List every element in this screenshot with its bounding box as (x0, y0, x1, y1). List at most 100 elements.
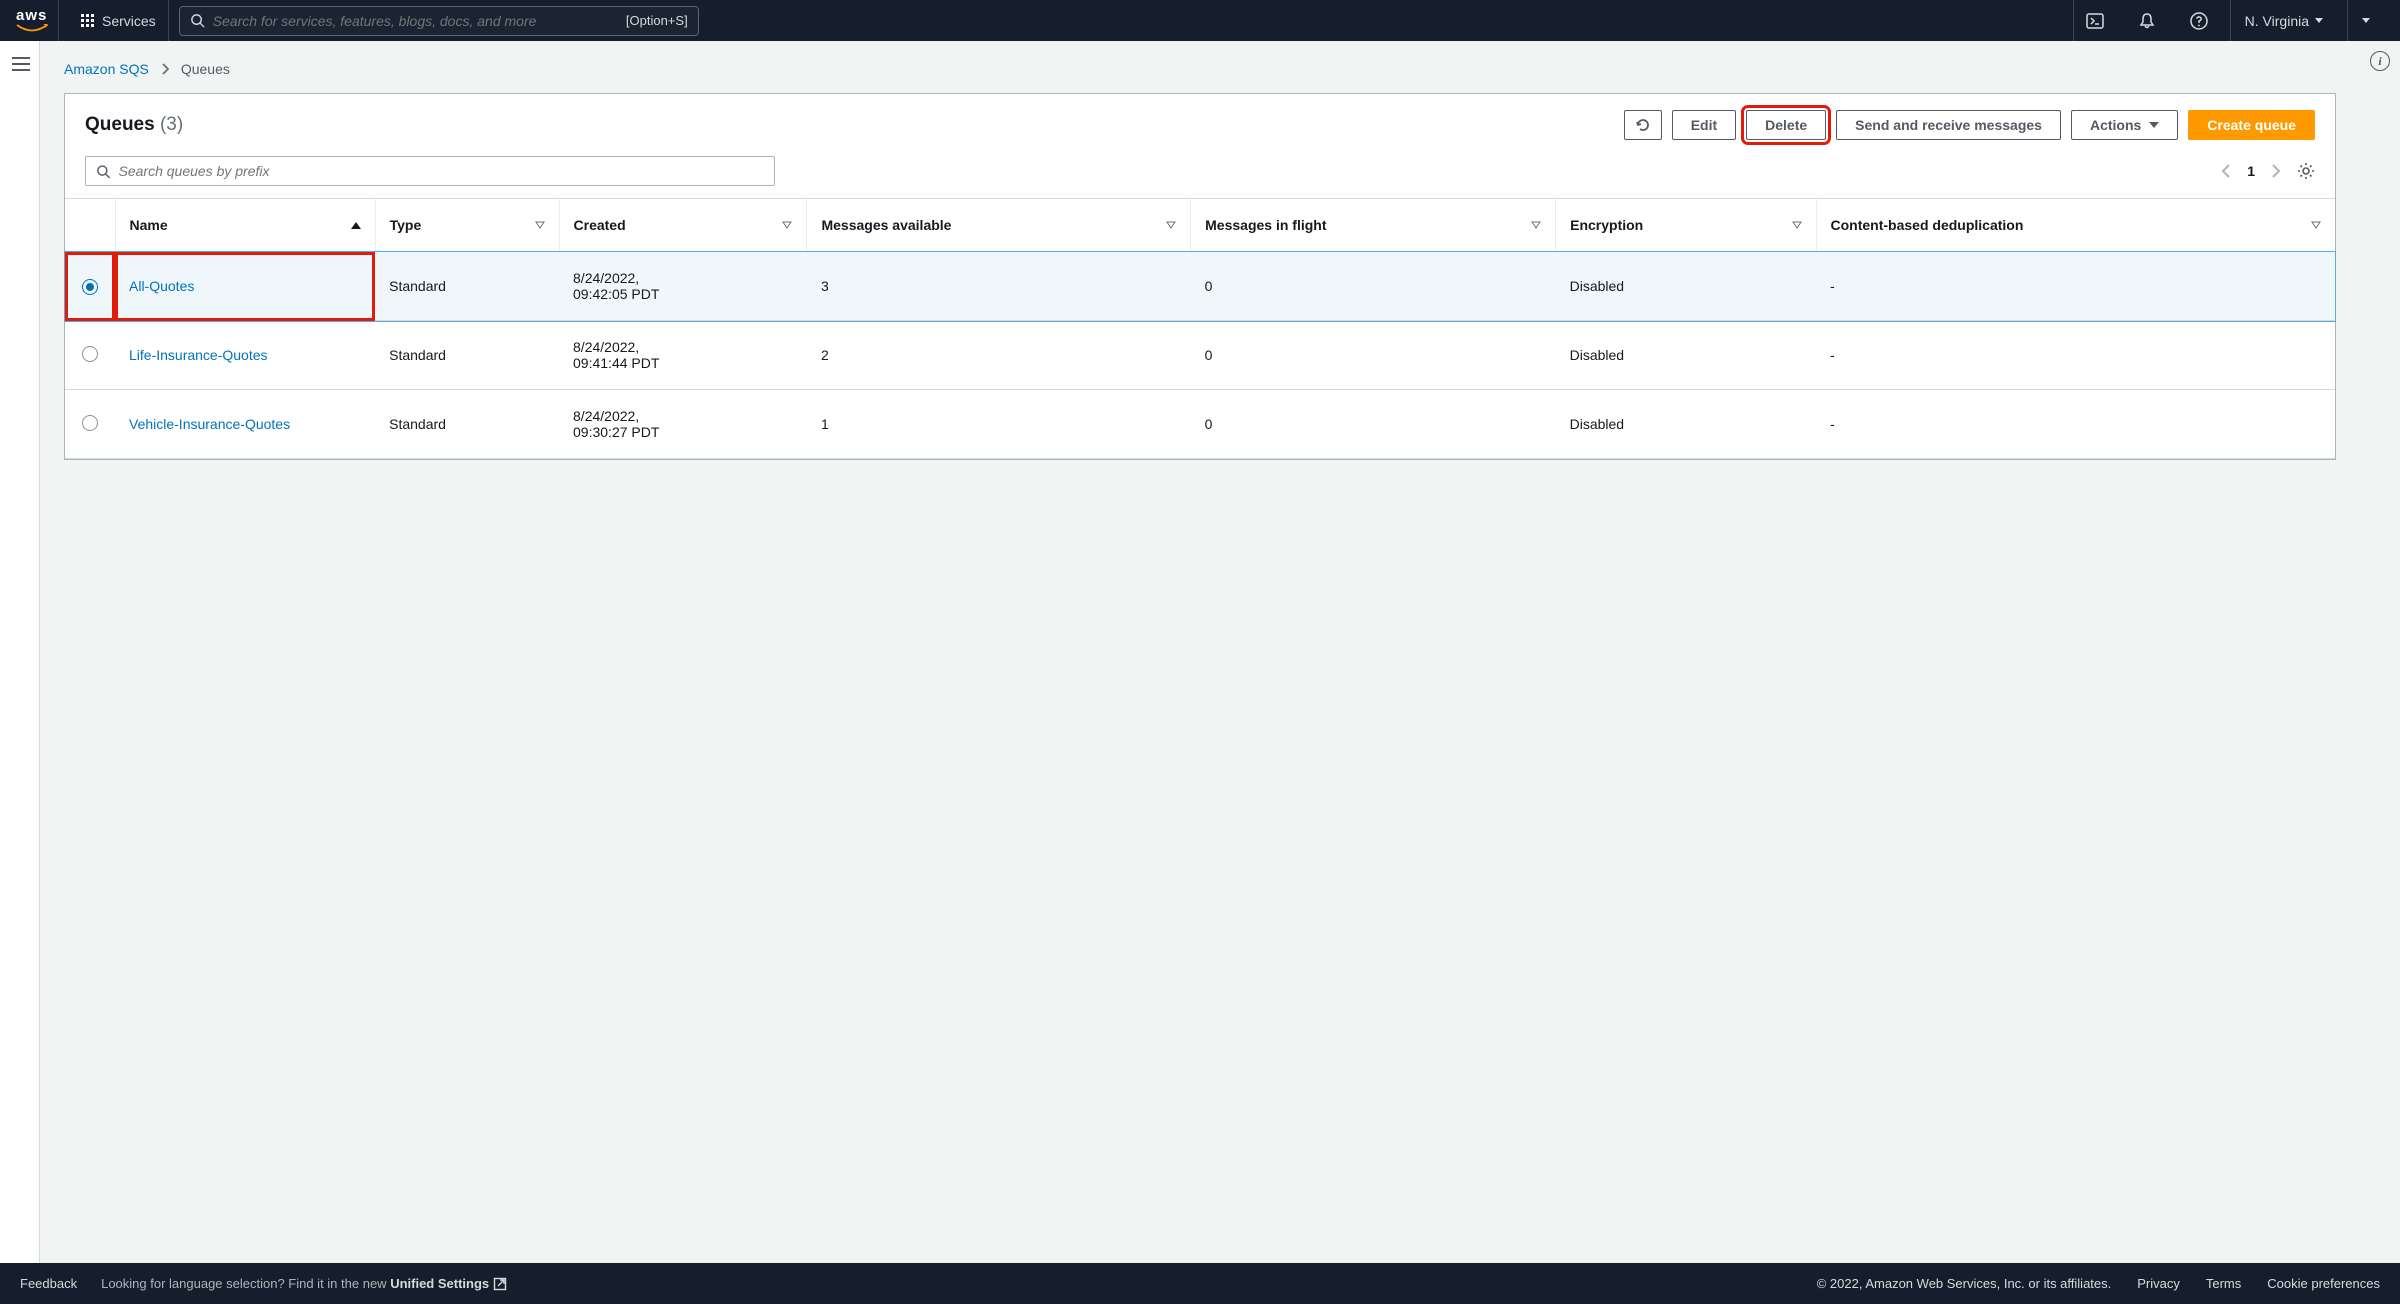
filter-input[interactable] (119, 163, 765, 179)
cell-available: 1 (807, 390, 1191, 459)
info-rail: i (2360, 41, 2400, 1263)
edit-button[interactable]: Edit (1672, 110, 1736, 140)
cell-dedup: - (1816, 390, 2335, 459)
cell-inflight: 0 (1191, 321, 1556, 390)
sort-icon (535, 221, 545, 229)
external-link-icon (493, 1277, 507, 1291)
table-row: Vehicle-Insurance-QuotesStandard8/24/202… (65, 390, 2335, 459)
col-inflight[interactable]: Messages in flight (1191, 199, 1556, 252)
unified-settings-link[interactable]: Unified Settings (390, 1276, 507, 1291)
queue-link[interactable]: Life-Insurance-Quotes (129, 347, 268, 363)
info-panel-toggle[interactable]: i (2370, 51, 2390, 71)
cookies-link[interactable]: Cookie preferences (2267, 1276, 2380, 1291)
sort-asc-icon (351, 222, 361, 229)
queue-link[interactable]: All-Quotes (129, 278, 194, 294)
cell-created: 8/24/2022, 09:42:05 PDT (559, 252, 807, 321)
row-radio[interactable] (82, 346, 98, 362)
terms-link[interactable]: Terms (2206, 1276, 2241, 1291)
breadcrumb: Amazon SQS Queues (64, 61, 2336, 77)
row-radio[interactable] (82, 279, 98, 295)
top-nav: aws Services [Option+S] N. Virginia (0, 0, 2400, 41)
col-type[interactable]: Type (375, 199, 559, 252)
cell-inflight: 0 (1191, 390, 1556, 459)
panel-title-text: Queues (85, 114, 155, 135)
cell-dedup: - (1816, 321, 2335, 390)
account-menu[interactable] (2347, 0, 2384, 41)
search-shortcut: [Option+S] (626, 13, 688, 28)
table-row: Life-Insurance-Quotes Standard8/24/2022, … (65, 321, 2335, 390)
cell-encryption: Disabled (1556, 390, 1816, 459)
caret-down-icon (2149, 122, 2159, 128)
footer: Feedback Looking for language selection?… (0, 1263, 2400, 1304)
col-select (65, 199, 115, 252)
search-icon (190, 13, 205, 28)
cell-available: 2 (807, 321, 1191, 390)
caret-down-icon (2362, 18, 2370, 23)
cell-created: 8/24/2022, 09:30:27 PDT (559, 390, 807, 459)
cell-type: Standard (375, 321, 559, 390)
panel-title: Queues (3) (85, 114, 183, 136)
pagination: 1 (2221, 162, 2315, 180)
table-settings-button[interactable] (2297, 162, 2315, 180)
send-receive-button[interactable]: Send and receive messages (1836, 110, 2061, 140)
services-label: Services (102, 13, 156, 29)
services-menu[interactable]: Services (69, 0, 169, 41)
page-next[interactable] (2271, 163, 2281, 179)
help-button[interactable] (2178, 0, 2220, 41)
page-prev[interactable] (2221, 163, 2231, 179)
side-nav-toggle[interactable] (8, 53, 31, 75)
cell-dedup: - (1816, 252, 2335, 321)
sort-icon (1531, 221, 1541, 229)
sort-icon (2311, 221, 2321, 229)
help-icon (2190, 12, 2208, 30)
privacy-link[interactable]: Privacy (2137, 1276, 2180, 1291)
refresh-button[interactable] (1624, 110, 1662, 140)
global-search[interactable]: [Option+S] (179, 6, 699, 36)
panel-actions: Edit Delete Send and receive messages Ac… (1624, 110, 2315, 140)
notifications-button[interactable] (2126, 0, 2168, 41)
panel-count: (3) (160, 114, 183, 135)
breadcrumb-root[interactable]: Amazon SQS (64, 61, 149, 77)
cloudshell-button[interactable] (2073, 0, 2116, 41)
queues-panel: Queues (3) Edit Delete Send and receive … (64, 93, 2336, 460)
create-queue-button[interactable]: Create queue (2188, 110, 2315, 140)
queues-table: Name Type Created Messages available Mes… (65, 198, 2335, 459)
caret-down-icon (2315, 18, 2323, 23)
aws-smile-icon (16, 24, 48, 34)
cell-created: 8/24/2022, 09:41:44 PDT (559, 321, 807, 390)
grid-icon (81, 14, 94, 27)
region-selector[interactable]: N. Virginia (2230, 0, 2337, 41)
chevron-right-icon (161, 63, 169, 75)
col-available[interactable]: Messages available (807, 199, 1191, 252)
cell-type: Standard (375, 252, 559, 321)
cell-encryption: Disabled (1556, 252, 1816, 321)
page-number: 1 (2247, 163, 2255, 179)
region-label: N. Virginia (2245, 13, 2309, 29)
cell-available: 3 (807, 252, 1191, 321)
aws-logo[interactable]: aws (16, 0, 59, 41)
left-rail (0, 41, 40, 1263)
cell-encryption: Disabled (1556, 321, 1816, 390)
sort-icon (1792, 221, 1802, 229)
actions-dropdown[interactable]: Actions (2071, 110, 2178, 140)
col-dedup[interactable]: Content-based deduplication (1816, 199, 2335, 252)
toolbar: 1 (65, 156, 2335, 198)
cloudshell-icon (2086, 12, 2104, 30)
queue-link[interactable]: Vehicle-Insurance-Quotes (129, 416, 290, 432)
col-encryption[interactable]: Encryption (1556, 199, 1816, 252)
col-name[interactable]: Name (115, 199, 375, 252)
table-row: All-Quotes Standard8/24/2022, 09:42:05 PD… (65, 252, 2335, 321)
breadcrumb-current: Queues (181, 61, 230, 77)
bell-icon (2138, 12, 2156, 30)
global-search-input[interactable] (213, 13, 618, 29)
search-icon (96, 164, 111, 179)
feedback-link[interactable]: Feedback (20, 1276, 77, 1291)
col-created[interactable]: Created (559, 199, 807, 252)
filter-search[interactable] (85, 156, 775, 186)
lang-message: Looking for language selection? Find it … (101, 1276, 507, 1291)
delete-button[interactable]: Delete (1746, 110, 1826, 140)
cell-inflight: 0 (1191, 252, 1556, 321)
main-content: Amazon SQS Queues Queues (3) Edit Delete… (40, 41, 2360, 1263)
sort-icon (1166, 221, 1176, 229)
row-radio[interactable] (82, 415, 98, 431)
